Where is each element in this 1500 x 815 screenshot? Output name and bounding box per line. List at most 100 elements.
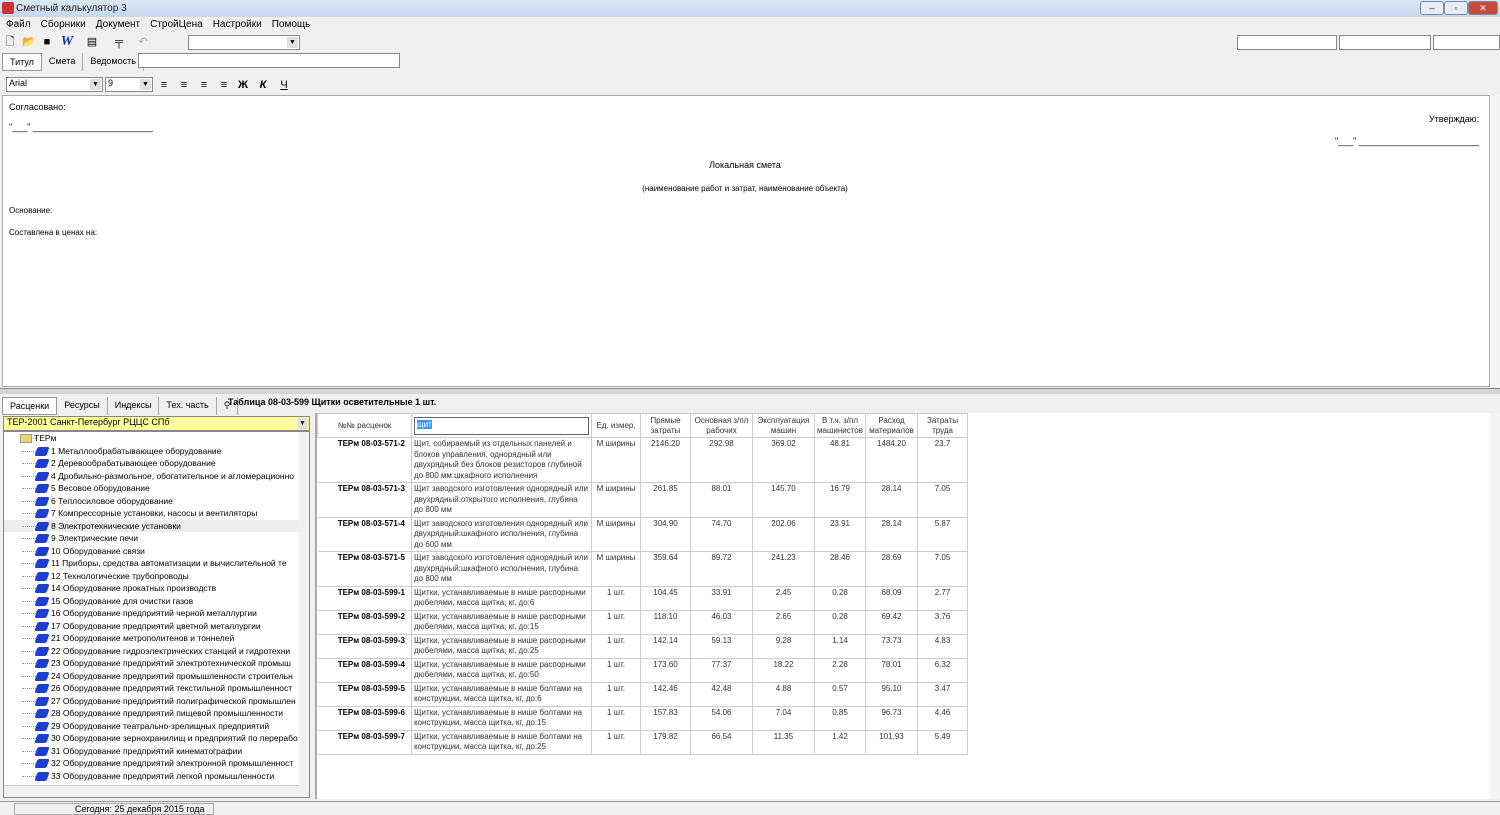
table-row[interactable]: ТЕРм 08-03-599-2 Щитки, устанавливаемые в…	[317, 610, 968, 635]
tree-item[interactable]: 15 Оборудование для очистки газов	[4, 595, 309, 608]
tab-resources[interactable]: Ресурсы	[57, 397, 108, 415]
header-machines[interactable]: Эксплуатация машин	[752, 413, 815, 438]
price-base-select[interactable]: ТЕР-2001 Санкт-Петербург РЦЦС СПб ▼	[3, 416, 310, 431]
tree-item[interactable]: 28 Оборудование предприятий пищевой пром…	[4, 707, 309, 720]
header-unit[interactable]: Ед. измер.	[591, 413, 641, 438]
grid-vertical-scrollbar[interactable]	[1490, 413, 1500, 799]
tree-item[interactable]: 7 Компрессорные установки, насосы и вент…	[4, 507, 309, 520]
header-code[interactable]: №№ расценок	[317, 413, 412, 438]
tree-item[interactable]: 33 Оборудование предприятий легкой промы…	[4, 770, 309, 783]
tree-item[interactable]: 2 Деревообрабатывающее оборудование	[4, 457, 309, 470]
table-row[interactable]: ТЕРм 08-03-571-5 Щит заводского изготовле…	[317, 551, 968, 587]
title-page-editor[interactable]: Согласовано: "___" _____________________…	[2, 95, 1490, 387]
tree-item[interactable]: 26 Оборудование предприятий текстильной …	[4, 682, 309, 695]
header-base-wage[interactable]: Основная з/пл рабочих	[690, 413, 753, 438]
tree-item[interactable]: 8 Электротехнические установки	[4, 519, 309, 532]
cell-machines: 2.45	[752, 586, 815, 611]
tree-item[interactable]: 22 Оборудование гидроэлектрических станц…	[4, 645, 309, 658]
align-justify-icon[interactable]: ≡	[217, 78, 231, 92]
tree-item[interactable]: 10 Оборудование связи	[4, 545, 309, 558]
toolbar-field-3[interactable]	[1433, 35, 1500, 50]
table-row[interactable]: ТЕРм 08-03-571-4 Щит заводского изготовле…	[317, 517, 968, 552]
tab-rates[interactable]: Расценки	[2, 397, 58, 415]
undo-icon[interactable]: ↶	[136, 35, 150, 49]
toolbar-field-1[interactable]	[1237, 35, 1337, 50]
tree-item[interactable]: 9 Электрические печи	[4, 532, 309, 545]
menu-file[interactable]: Файл	[6, 19, 31, 31]
tree-item[interactable]: 12 Технологические трубопроводы	[4, 570, 309, 583]
splitter[interactable]	[0, 388, 1500, 394]
table-row[interactable]: ТЕРм 08-03-571-2 Щит, собираемый из отдел…	[317, 437, 968, 483]
print-icon[interactable]: ▤	[85, 35, 99, 49]
tab-statement[interactable]: Ведомость	[83, 53, 144, 71]
word-export-icon[interactable]: W	[58, 35, 76, 49]
open-folder-icon[interactable]: 📂	[22, 35, 36, 49]
title-bar: Сметный калькулятор 3 – ▫ ✕	[0, 0, 1500, 17]
tree-item[interactable]: 24 Оборудование предприятий промышленнос…	[4, 670, 309, 683]
tree-item[interactable]: 17 Оборудование предприятий цветной мета…	[4, 620, 309, 633]
bold-button[interactable]: Ж	[236, 78, 250, 92]
table-row[interactable]: ТЕРм 08-03-599-5 Щитки, устанавливаемые в…	[317, 682, 968, 707]
tree-horizontal-scrollbar[interactable]	[4, 785, 309, 797]
tree-item[interactable]: 23 Оборудование предприятий электротехни…	[4, 657, 309, 670]
tree-item[interactable]: 14 Оборудование прокатных производств	[4, 582, 309, 595]
table-row[interactable]: ТЕРм 08-03-571-3 Щит заводского изготовле…	[317, 482, 968, 518]
tree-item[interactable]: 4 Дробильно-размольное, обогатительное и…	[4, 470, 309, 483]
toolbar-field-2[interactable]	[1339, 35, 1431, 50]
toolbar-combo[interactable]: ▼	[188, 35, 300, 50]
menu-help[interactable]: Помощь	[272, 19, 311, 31]
font-select[interactable]: Arial ▼	[6, 77, 103, 92]
prices-label: Составлена в ценах на:	[9, 228, 98, 237]
book-icon	[34, 684, 50, 693]
tree-item[interactable]: 29 Оборудование театрально-зрелищных пре…	[4, 720, 309, 733]
menu-stroycena[interactable]: СтройЦена	[150, 19, 203, 31]
tab-tech-part[interactable]: Тех. часть	[159, 397, 217, 415]
tree-item[interactable]: 11 Приборы, средства автоматизации и выч…	[4, 557, 309, 570]
tab-title[interactable]: Титул	[2, 53, 42, 71]
tree-root[interactable]: ТЕРм	[4, 432, 309, 445]
header-materials[interactable]: Расход материалов	[865, 413, 918, 438]
header-direct-costs[interactable]: Прямые затраты	[640, 413, 691, 438]
tree-item[interactable]: 27 Оборудование предприятий полиграфичес…	[4, 695, 309, 708]
italic-button[interactable]: К	[256, 78, 270, 92]
table-row[interactable]: ТЕРм 08-03-599-6 Щитки, устанавливаемые в…	[317, 706, 968, 731]
tree-item[interactable]: 32 Оборудование предприятий электронной …	[4, 757, 309, 770]
align-center-icon[interactable]: ≡	[177, 78, 191, 92]
underline-button[interactable]: Ч	[277, 78, 291, 92]
tree-item[interactable]: 30 Оборудование зернохранилищ и предприя…	[4, 732, 309, 745]
menu-settings[interactable]: Настройки	[213, 19, 262, 31]
save-icon[interactable]: ■	[40, 35, 54, 49]
close-button[interactable]: ✕	[1468, 1, 1498, 15]
new-document-icon[interactable]: 🗋	[3, 35, 17, 49]
maximize-button[interactable]: ▫	[1444, 1, 1468, 15]
font-size-select[interactable]: 9 ▼	[105, 77, 153, 92]
search-input[interactable]: щит	[414, 416, 589, 435]
menu-collections[interactable]: Сборники	[41, 19, 86, 31]
header-labor[interactable]: Затраты труда	[917, 413, 968, 438]
cell-description: Щитки, устанавливаемые в нише распорными…	[411, 634, 592, 659]
tree-item[interactable]: 31 Оборудование предприятий кинематограф…	[4, 745, 309, 758]
reference-tabs: Расценки Ресурсы Индексы Тех. часть ⚲	[2, 397, 239, 415]
table-row[interactable]: ТЕРм 08-03-599-4 Щитки, устанавливаемые в…	[317, 658, 968, 683]
tab-estimate[interactable]: Смета	[42, 53, 84, 71]
tree-item[interactable]: 1 Металлообрабатывающее оборудование	[4, 445, 309, 458]
table-row[interactable]: ТЕРм 08-03-599-3 Щитки, устанавливаемые в…	[317, 634, 968, 659]
tree-item-label: 21 Оборудование метрополитенов и тоннеле…	[51, 633, 235, 643]
tree-item[interactable]: 5 Весовое оборудование	[4, 482, 309, 495]
table-row[interactable]: ТЕРм 08-03-599-1 Щитки, устанавливаемые в…	[317, 586, 968, 611]
table-row[interactable]: ТЕРм 08-03-599-7 Щитки, устанавливаемые в…	[317, 730, 968, 755]
document-scrollbar[interactable]	[1490, 95, 1500, 387]
menu-document[interactable]: Документ	[96, 19, 140, 31]
tree-item[interactable]: 6 Теплосиловое оборудование	[4, 495, 309, 508]
cell-machinist-wage: 1.14	[814, 634, 866, 659]
align-left-icon[interactable]: ≡	[157, 78, 171, 92]
table-settings-icon[interactable]: ╤	[110, 35, 128, 49]
header-machinist-wage[interactable]: В т.ч. з/пл машинистов	[814, 413, 866, 438]
tree-item[interactable]: 16 Оборудование предприятий черной метал…	[4, 607, 309, 620]
document-name-input[interactable]	[138, 53, 400, 68]
tab-indexes[interactable]: Индексы	[108, 397, 160, 415]
minimize-button[interactable]: –	[1420, 1, 1444, 15]
tree-item[interactable]: 21 Оборудование метрополитенов и тоннеле…	[4, 632, 309, 645]
tree-vertical-scrollbar[interactable]	[299, 432, 309, 787]
align-right-icon[interactable]: ≡	[197, 78, 211, 92]
